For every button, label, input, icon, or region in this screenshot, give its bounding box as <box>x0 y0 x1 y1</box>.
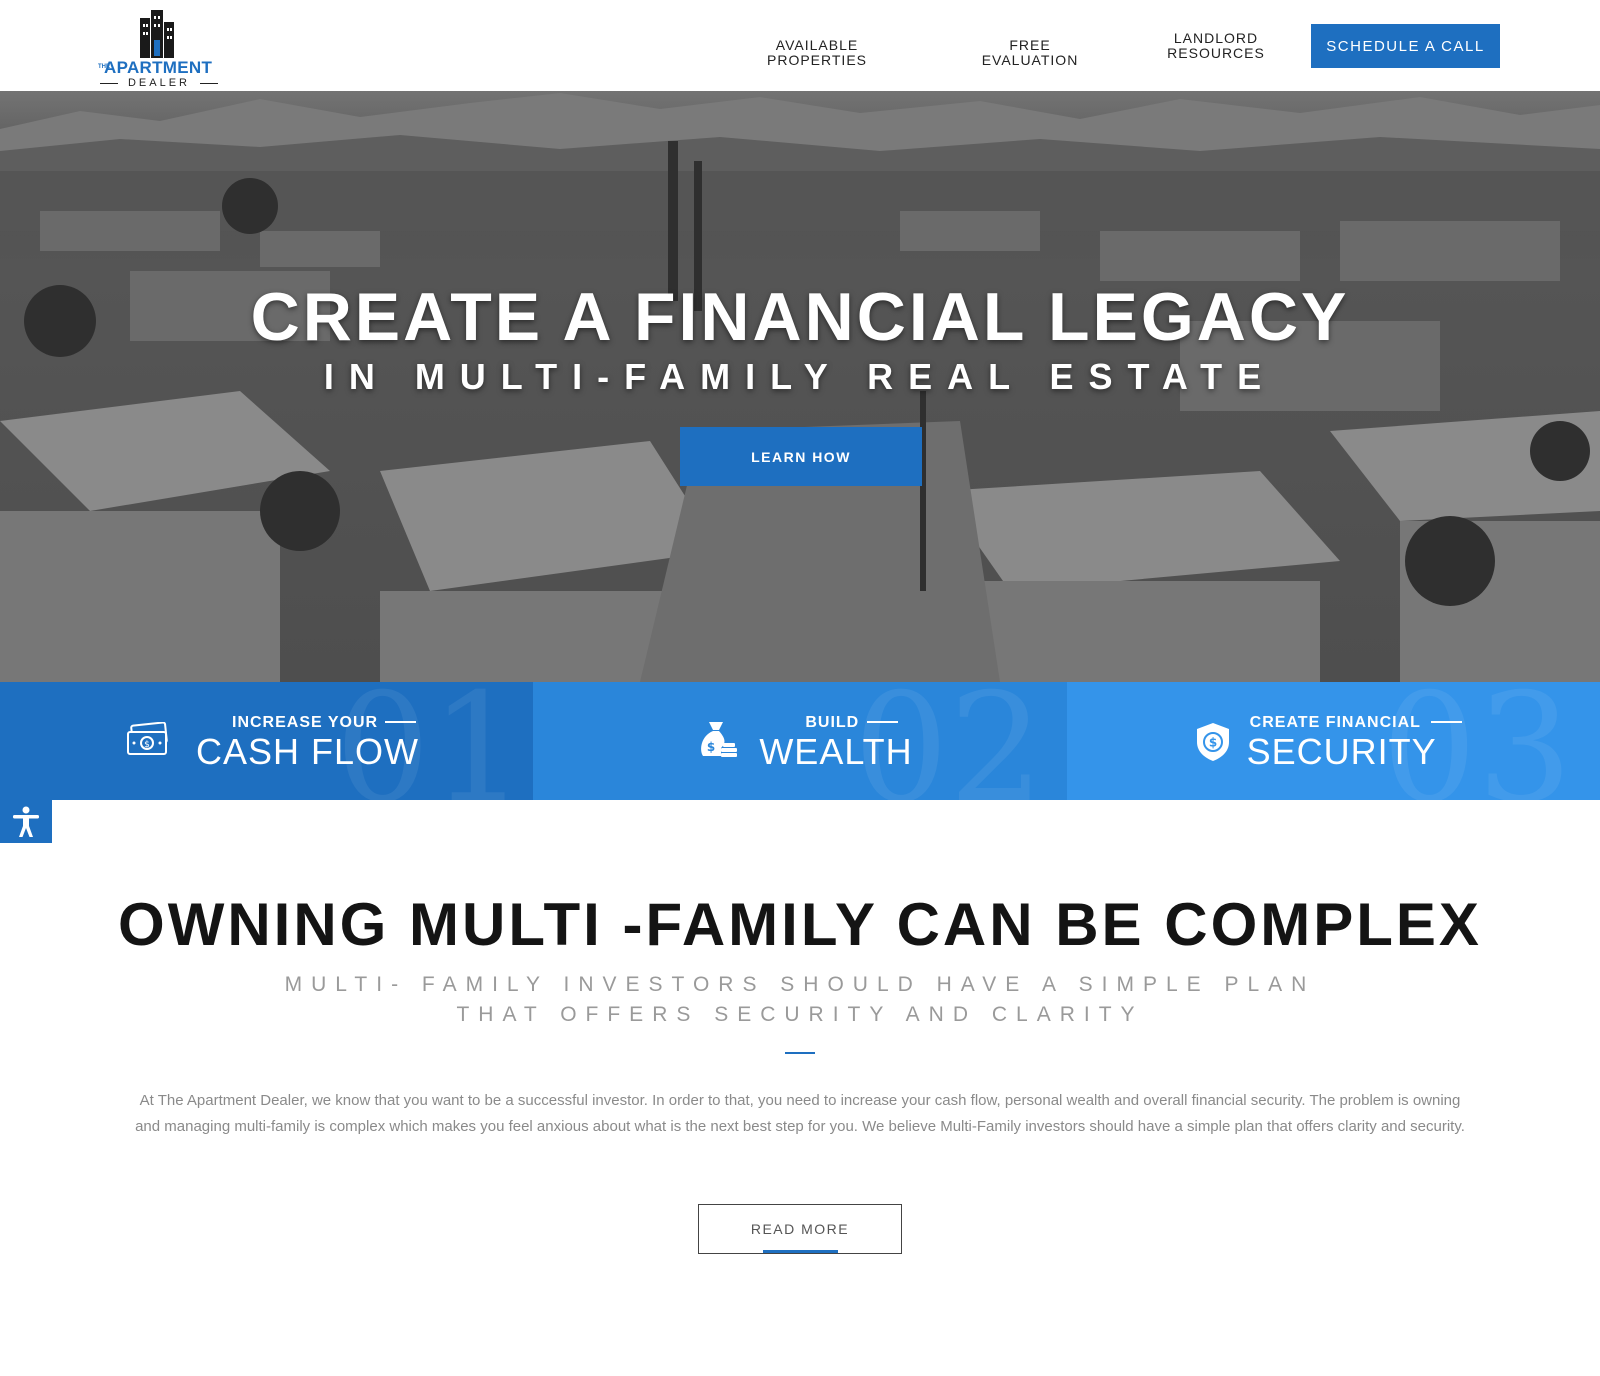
buildings-icon <box>140 10 174 58</box>
section-divider <box>785 1052 815 1054</box>
feature-big-label: SECURITY <box>1246 731 1437 772</box>
schedule-call-button[interactable]: SCHEDULE A CALL <box>1311 24 1500 68</box>
learn-how-button[interactable]: LEARN HOW <box>680 427 922 486</box>
feature-small-label: CREATE FINANCIAL <box>1249 714 1421 731</box>
svg-text:$: $ <box>1208 736 1216 750</box>
svg-text:$: $ <box>707 740 715 754</box>
site-header: THE APARTMENT DEALER AVAILABLE PROPERTIE… <box>0 0 1600 91</box>
feature-small-label: BUILD <box>805 714 860 731</box>
nav-landlord-resources[interactable]: LANDLORD RESOURCES <box>1158 31 1274 61</box>
feature-wealth[interactable]: 02 $ BUILD WEALTH <box>533 682 1067 800</box>
read-more-button[interactable]: READ MORE <box>698 1204 902 1254</box>
feature-big-label: CASH FLOW <box>196 731 420 772</box>
shield-dollar-icon: $ <box>1196 723 1229 761</box>
accessibility-button[interactable] <box>0 800 52 843</box>
section-title: OWNING MULTI -FAMILY CAN BE COMPLEX <box>118 891 1482 958</box>
feature-dash <box>385 721 416 723</box>
hero-subtitle: IN MULTI-FAMILY REAL ESTATE <box>323 356 1277 397</box>
logo-main-text: APARTMENT <box>104 58 213 77</box>
nav-free-evaluation[interactable]: FREE EVALUATION <box>960 38 1100 68</box>
feature-small-label: INCREASE YOUR <box>232 714 379 731</box>
nav-available-properties[interactable]: AVAILABLE PROPERTIES <box>730 38 904 68</box>
accessibility-icon <box>13 806 39 837</box>
section-subtitle-line-1: MULTI- FAMILY INVESTORS SHOULD HAVE A SI… <box>284 973 1316 996</box>
hero-section: CREATE A FINANCIAL LEGACY IN MULTI-FAMIL… <box>0 91 1600 682</box>
site-logo[interactable]: THE APARTMENT DEALER <box>98 8 222 89</box>
section-subtitle-line-2: THAT OFFERS SECURITY AND CLARITY <box>456 1003 1144 1026</box>
section-subtitle: MULTI- FAMILY INVESTORS SHOULD HAVE A SI… <box>0 970 1600 1030</box>
money-bag-icon: $ <box>701 722 738 757</box>
section-body-text: At The Apartment Dealer, we know that yo… <box>135 1092 1465 1135</box>
logo-sub-text: DEALER <box>98 77 220 89</box>
hero-title: CREATE A FINANCIAL LEGACY <box>250 279 1350 355</box>
feature-security[interactable]: 03 $ CREATE FINANCIAL SECURITY <box>1066 682 1600 800</box>
features-strip: 01 $ INCREASE YOUR CASH FLOW 02 $ BUILD … <box>0 682 1600 800</box>
cash-icon: $ <box>127 722 168 755</box>
feature-big-label: WEALTH <box>759 731 913 772</box>
feature-dash <box>867 721 899 723</box>
feature-cash-flow[interactable]: 01 $ INCREASE YOUR CASH FLOW <box>0 682 534 800</box>
svg-text:$: $ <box>144 740 150 750</box>
feature-dash <box>1430 721 1462 723</box>
